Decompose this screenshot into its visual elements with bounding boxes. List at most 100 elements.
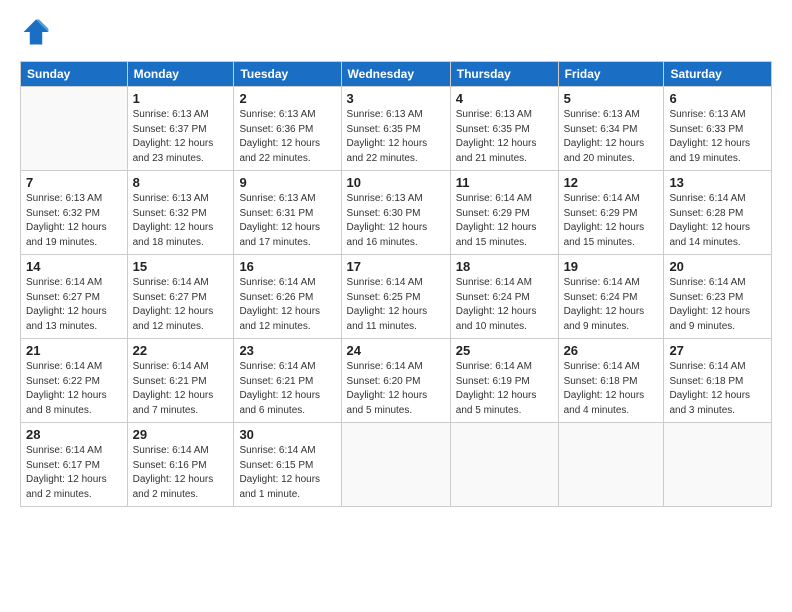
calendar-cell: 8 Sunrise: 6:13 AM Sunset: 6:32 PM Daylig…	[127, 171, 234, 255]
day-number: 2	[239, 91, 335, 106]
day-info: Sunrise: 6:14 AM Sunset: 6:29 PM Dayligh…	[456, 192, 553, 250]
weekday-header-friday: Friday	[558, 62, 664, 87]
calendar-cell: 30 Sunrise: 6:14 AM Sunset: 6:15 PM Dayli…	[234, 423, 341, 507]
weekday-header-thursday: Thursday	[450, 62, 558, 87]
day-info: Sunrise: 6:14 AM Sunset: 6:20 PM Dayligh…	[347, 360, 445, 418]
page: SundayMondayTuesdayWednesdayThursdayFrid…	[0, 0, 792, 612]
day-info: Sunrise: 6:13 AM Sunset: 6:36 PM Dayligh…	[239, 108, 335, 166]
calendar-cell: 28 Sunrise: 6:14 AM Sunset: 6:17 PM Dayli…	[21, 423, 128, 507]
day-number: 5	[564, 91, 659, 106]
calendar-cell	[558, 423, 664, 507]
day-info: Sunrise: 6:14 AM Sunset: 6:25 PM Dayligh…	[347, 276, 445, 334]
day-info: Sunrise: 6:14 AM Sunset: 6:18 PM Dayligh…	[564, 360, 659, 418]
day-number: 11	[456, 175, 553, 190]
day-info: Sunrise: 6:14 AM Sunset: 6:17 PM Dayligh…	[26, 444, 122, 502]
calendar-cell	[450, 423, 558, 507]
day-number: 9	[239, 175, 335, 190]
day-number: 8	[133, 175, 229, 190]
day-number: 10	[347, 175, 445, 190]
calendar-cell: 3Sunrise: 6:13 AM Sunset: 6:35 PM Daylig…	[341, 87, 450, 171]
logo	[20, 18, 52, 51]
day-info: Sunrise: 6:14 AM Sunset: 6:24 PM Dayligh…	[564, 276, 659, 334]
day-info: Sunrise: 6:14 AM Sunset: 6:23 PM Dayligh…	[669, 276, 766, 334]
day-number: 13	[669, 175, 766, 190]
day-info: Sunrise: 6:14 AM Sunset: 6:27 PM Dayligh…	[26, 276, 122, 334]
day-number: 20	[669, 259, 766, 274]
calendar-cell	[21, 87, 128, 171]
day-number: 17	[347, 259, 445, 274]
day-info: Sunrise: 6:14 AM Sunset: 6:18 PM Dayligh…	[669, 360, 766, 418]
day-info: Sunrise: 6:13 AM Sunset: 6:32 PM Dayligh…	[133, 192, 229, 250]
day-info: Sunrise: 6:13 AM Sunset: 6:30 PM Dayligh…	[347, 192, 445, 250]
calendar-cell: 9Sunrise: 6:13 AM Sunset: 6:31 PM Daylig…	[234, 171, 341, 255]
day-info: Sunrise: 6:14 AM Sunset: 6:19 PM Dayligh…	[456, 360, 553, 418]
day-info: Sunrise: 6:13 AM Sunset: 6:35 PM Dayligh…	[347, 108, 445, 166]
calendar-cell: 15Sunrise: 6:14 AM Sunset: 6:27 PM Dayli…	[127, 255, 234, 339]
calendar-cell: 7 Sunrise: 6:13 AM Sunset: 6:32 PM Daylig…	[21, 171, 128, 255]
calendar-cell: 11 Sunrise: 6:14 AM Sunset: 6:29 PM Dayli…	[450, 171, 558, 255]
day-info: Sunrise: 6:14 AM Sunset: 6:15 PM Dayligh…	[239, 444, 335, 502]
day-info: Sunrise: 6:14 AM Sunset: 6:26 PM Dayligh…	[239, 276, 335, 334]
logo-icon	[22, 18, 50, 46]
calendar-cell: 6 Sunrise: 6:13 AM Sunset: 6:33 PM Daylig…	[664, 87, 772, 171]
weekday-header-saturday: Saturday	[664, 62, 772, 87]
day-number: 29	[133, 427, 229, 442]
day-info: Sunrise: 6:13 AM Sunset: 6:33 PM Dayligh…	[669, 108, 766, 166]
calendar-cell: 20 Sunrise: 6:14 AM Sunset: 6:23 PM Dayli…	[664, 255, 772, 339]
calendar-cell: 1 Sunrise: 6:13 AM Sunset: 6:37 PM Daylig…	[127, 87, 234, 171]
calendar-cell: 5 Sunrise: 6:13 AM Sunset: 6:34 PM Daylig…	[558, 87, 664, 171]
day-info: Sunrise: 6:13 AM Sunset: 6:34 PM Dayligh…	[564, 108, 659, 166]
calendar-cell: 13 Sunrise: 6:14 AM Sunset: 6:28 PM Dayli…	[664, 171, 772, 255]
day-number: 14	[26, 259, 122, 274]
calendar-cell: 22Sunrise: 6:14 AM Sunset: 6:21 PM Dayli…	[127, 339, 234, 423]
weekday-header-monday: Monday	[127, 62, 234, 87]
day-number: 7	[26, 175, 122, 190]
calendar-cell: 10 Sunrise: 6:13 AM Sunset: 6:30 PM Dayli…	[341, 171, 450, 255]
day-number: 27	[669, 343, 766, 358]
day-info: Sunrise: 6:14 AM Sunset: 6:28 PM Dayligh…	[669, 192, 766, 250]
day-number: 30	[239, 427, 335, 442]
calendar-cell: 25 Sunrise: 6:14 AM Sunset: 6:19 PM Dayli…	[450, 339, 558, 423]
calendar-cell: 16 Sunrise: 6:14 AM Sunset: 6:26 PM Dayli…	[234, 255, 341, 339]
day-info: Sunrise: 6:13 AM Sunset: 6:37 PM Dayligh…	[133, 108, 229, 166]
day-number: 16	[239, 259, 335, 274]
weekday-header-wednesday: Wednesday	[341, 62, 450, 87]
day-number: 1	[133, 91, 229, 106]
calendar-week-1: 1 Sunrise: 6:13 AM Sunset: 6:37 PM Daylig…	[21, 87, 772, 171]
day-info: Sunrise: 6:14 AM Sunset: 6:29 PM Dayligh…	[564, 192, 659, 250]
day-number: 23	[239, 343, 335, 358]
calendar-cell: 18Sunrise: 6:14 AM Sunset: 6:24 PM Dayli…	[450, 255, 558, 339]
day-number: 18	[456, 259, 553, 274]
day-info: Sunrise: 6:13 AM Sunset: 6:32 PM Dayligh…	[26, 192, 122, 250]
calendar-cell: 24Sunrise: 6:14 AM Sunset: 6:20 PM Dayli…	[341, 339, 450, 423]
calendar-table: SundayMondayTuesdayWednesdayThursdayFrid…	[20, 61, 772, 507]
day-number: 25	[456, 343, 553, 358]
day-info: Sunrise: 6:14 AM Sunset: 6:16 PM Dayligh…	[133, 444, 229, 502]
calendar-cell: 12Sunrise: 6:14 AM Sunset: 6:29 PM Dayli…	[558, 171, 664, 255]
calendar-cell: 29 Sunrise: 6:14 AM Sunset: 6:16 PM Dayli…	[127, 423, 234, 507]
calendar-cell: 27 Sunrise: 6:14 AM Sunset: 6:18 PM Dayli…	[664, 339, 772, 423]
day-info: Sunrise: 6:14 AM Sunset: 6:21 PM Dayligh…	[133, 360, 229, 418]
calendar-cell	[341, 423, 450, 507]
calendar-cell: 26 Sunrise: 6:14 AM Sunset: 6:18 PM Dayli…	[558, 339, 664, 423]
calendar-cell: 14 Sunrise: 6:14 AM Sunset: 6:27 PM Dayli…	[21, 255, 128, 339]
day-info: Sunrise: 6:14 AM Sunset: 6:22 PM Dayligh…	[26, 360, 122, 418]
day-number: 4	[456, 91, 553, 106]
day-number: 15	[133, 259, 229, 274]
calendar-cell: 19 Sunrise: 6:14 AM Sunset: 6:24 PM Dayli…	[558, 255, 664, 339]
calendar-week-5: 28 Sunrise: 6:14 AM Sunset: 6:17 PM Dayli…	[21, 423, 772, 507]
weekday-header-row: SundayMondayTuesdayWednesdayThursdayFrid…	[21, 62, 772, 87]
weekday-header-sunday: Sunday	[21, 62, 128, 87]
day-number: 28	[26, 427, 122, 442]
calendar-cell: 17 Sunrise: 6:14 AM Sunset: 6:25 PM Dayli…	[341, 255, 450, 339]
calendar-cell: 21 Sunrise: 6:14 AM Sunset: 6:22 PM Dayli…	[21, 339, 128, 423]
day-number: 6	[669, 91, 766, 106]
header	[20, 18, 772, 51]
day-number: 19	[564, 259, 659, 274]
day-number: 21	[26, 343, 122, 358]
calendar-cell: 4 Sunrise: 6:13 AM Sunset: 6:35 PM Daylig…	[450, 87, 558, 171]
day-info: Sunrise: 6:13 AM Sunset: 6:35 PM Dayligh…	[456, 108, 553, 166]
calendar-week-3: 14 Sunrise: 6:14 AM Sunset: 6:27 PM Dayli…	[21, 255, 772, 339]
calendar-week-4: 21 Sunrise: 6:14 AM Sunset: 6:22 PM Dayli…	[21, 339, 772, 423]
day-number: 26	[564, 343, 659, 358]
